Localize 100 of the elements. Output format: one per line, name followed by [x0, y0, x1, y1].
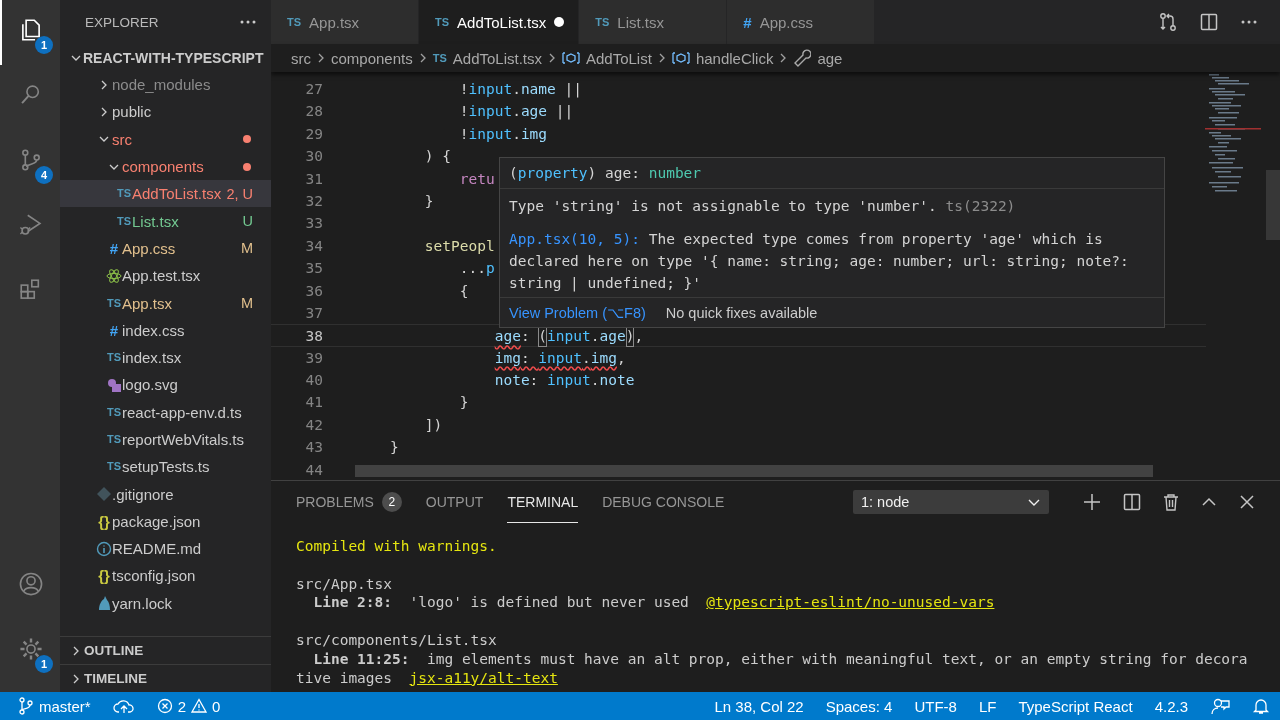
tree-item[interactable]: TSAddToList.tsx 2, U — [60, 180, 271, 208]
sidebar-title: EXPLORER — [85, 14, 159, 30]
tree-item[interactable]: TSreact-app-env.d.ts — [60, 398, 271, 426]
status-item[interactable]: LF — [978, 697, 997, 715]
code-line: note: input.note — [493, 371, 635, 391]
code-line: } — [423, 191, 434, 211]
split-terminal-icon[interactable] — [1123, 493, 1141, 511]
file-type-icon: TS — [435, 16, 450, 28]
line-number: 40 — [304, 371, 323, 391]
file-type-icon: TS — [106, 406, 122, 418]
panel-tab[interactable]: PROBLEMS 2 — [296, 481, 402, 523]
status-item[interactable]: Spaces: 4 — [825, 697, 893, 715]
line-number: 32 — [304, 191, 323, 211]
tree-item[interactable]: node_modules — [60, 71, 271, 99]
close-icon[interactable] — [1239, 494, 1255, 510]
quick-fix-note: No quick fixes available — [665, 304, 818, 321]
code-line: } — [458, 393, 469, 413]
rule-link[interactable]: jsx-a11y/alt-text — [409, 669, 558, 686]
workspace-title[interactable]: REACT-WITH-TYPESCRIPT — [83, 49, 264, 66]
code-line: ) { — [423, 147, 452, 167]
status-item[interactable]: TypeScript React — [1018, 697, 1133, 715]
editor-tab[interactable]: TS List.tsx — [579, 0, 728, 44]
line-number: 27 — [304, 80, 323, 99]
status-item[interactable]: Ln 38, Col 22 — [714, 697, 804, 715]
editor-tab[interactable]: TS AddToList.tsx — [419, 0, 580, 44]
warning-icon — [191, 698, 208, 714]
more-icon[interactable] — [239, 19, 257, 25]
atom-icon — [106, 267, 122, 284]
bell-icon[interactable] — [1252, 697, 1270, 715]
tree-item[interactable]: logo.svg — [60, 371, 271, 399]
tree-item[interactable]: components — [60, 152, 271, 181]
panel-tab[interactable]: OUTPUT — [425, 481, 484, 523]
terminal-line: tive images jsx-a11y/alt-text — [296, 668, 559, 688]
terminal-dropdown[interactable]: 1: node — [853, 490, 1049, 514]
compare-changes-icon[interactable] — [1158, 12, 1178, 32]
tree-item[interactable]: .gitignore — [60, 480, 271, 508]
rule-link[interactable]: @typescript-eslint/no-unused-vars — [706, 594, 995, 611]
line-number: 36 — [304, 281, 323, 301]
terminal-line: Compiled with warnings. — [296, 537, 498, 556]
code-line: age: (input.age), — [355, 325, 644, 346]
tree-item[interactable]: TSList.tsx U — [60, 207, 271, 235]
code-line: !input.name || — [458, 80, 582, 100]
breadcrumb-item[interactable]: handleClick — [671, 49, 774, 67]
cloud-upload-icon[interactable] — [112, 698, 135, 714]
diamond-icon — [96, 486, 112, 503]
view-problem-link[interactable]: View Problem (⌥F8) — [509, 304, 646, 321]
trash-icon[interactable] — [1163, 493, 1179, 511]
terminal-line: src/components/List.tsx — [296, 631, 498, 650]
panel-tab[interactable]: TERMINAL — [507, 481, 579, 523]
panel-tab[interactable]: DEBUG CONSOLE — [602, 481, 725, 523]
tree-item[interactable]: public — [60, 98, 271, 126]
code-line: !input.age || — [458, 102, 574, 122]
plus-icon[interactable] — [1083, 493, 1101, 511]
tree-item[interactable]: README.md — [60, 535, 271, 563]
notification-badge: 4 — [35, 166, 53, 184]
symbol-icon — [562, 51, 580, 65]
file-type-icon: {} — [98, 568, 110, 584]
tree-item[interactable]: {}package.json — [60, 507, 271, 536]
tree-item[interactable]: TSindex.tsx — [60, 343, 271, 372]
feedback-icon[interactable] — [1210, 697, 1230, 715]
unsaved-dot-icon — [554, 17, 565, 27]
tree-item[interactable]: src — [60, 125, 271, 153]
status-item[interactable]: 4.2.3 — [1154, 697, 1188, 715]
code-line: !input.img — [458, 124, 548, 144]
tree-item[interactable]: # index.css — [60, 316, 271, 344]
code-line: img: input.img, — [493, 348, 626, 368]
breadcrumb-item[interactable]: src — [291, 49, 311, 67]
tree-item[interactable]: TSsetupTests.ts — [60, 453, 271, 481]
file-type-icon: TS — [287, 16, 302, 28]
source-link[interactable]: App.tsx(10, 5): — [509, 231, 640, 247]
file-type-icon: TS — [432, 52, 447, 64]
file-type-icon: TS — [116, 215, 132, 227]
status-item[interactable]: UTF-8 — [914, 697, 957, 715]
account-icon[interactable] — [18, 570, 44, 597]
editor-tab[interactable]: TS App.tsx — [271, 0, 419, 44]
file-type-icon: TS — [106, 352, 122, 364]
tree-item[interactable]: TSreportWebVitals.ts — [60, 425, 271, 454]
tree-item[interactable]: App.test.tsx — [60, 262, 271, 290]
problems-status[interactable]: 2 0 — [156, 697, 221, 715]
scrollbar-thumb[interactable] — [355, 465, 1153, 477]
split-editor-icon[interactable] — [1200, 13, 1218, 31]
line-number: 35 — [304, 259, 323, 279]
tree-item[interactable]: {}tsconfig.json — [60, 562, 271, 590]
more-icon[interactable] — [1240, 19, 1258, 25]
tree-item[interactable]: # App.css M — [60, 234, 271, 263]
file-type-icon: TS — [595, 16, 610, 28]
branch-status[interactable]: master* — [18, 697, 91, 715]
tree-item[interactable]: yarn.lock — [60, 589, 271, 617]
scrollbar-thumb[interactable] — [1266, 170, 1280, 240]
code-line: retu — [458, 169, 495, 189]
file-type-icon: TS — [106, 461, 122, 473]
breadcrumb-item[interactable]: age — [793, 49, 843, 67]
breadcrumb-item[interactable]: TS AddToList.tsx — [432, 49, 542, 67]
file-type-icon: TS — [116, 188, 132, 200]
code-line: } — [388, 438, 399, 458]
breadcrumb-item[interactable]: components — [331, 49, 413, 67]
tree-item[interactable]: TSApp.tsx M — [60, 289, 271, 317]
editor-tab[interactable]: # App.css — [727, 0, 876, 44]
settings-icon[interactable] — [18, 635, 44, 662]
breadcrumb-item[interactable]: AddToList — [562, 49, 652, 67]
